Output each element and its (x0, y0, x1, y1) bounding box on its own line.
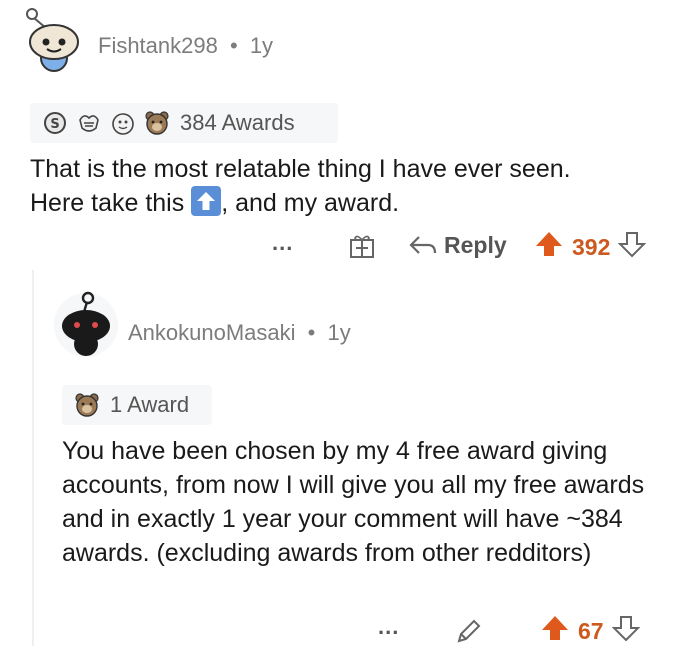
username[interactable]: AnkokunoMasaki (128, 320, 296, 345)
vote-controls: 67 (540, 614, 641, 648)
upvote-emoji-icon (191, 186, 222, 216)
more-options-button[interactable]: ... (272, 230, 293, 256)
comment-body: You have been chosen by my 4 free award … (62, 437, 645, 567)
helpful-award-icon (110, 110, 136, 136)
user-avatar[interactable] (52, 288, 118, 362)
vote-score: 67 (578, 617, 604, 644)
meta-separator: • (307, 320, 316, 345)
give-award-icon[interactable] (348, 232, 376, 265)
downvote-button[interactable] (617, 230, 647, 264)
comment-age: 1y (249, 33, 274, 58)
user-avatar[interactable] (20, 6, 86, 78)
thread-line[interactable] (32, 270, 34, 646)
vote-score: 392 (572, 233, 611, 260)
awards-bar[interactable]: S 384 Awards (30, 103, 338, 143)
username[interactable]: Fishtank298 (98, 33, 218, 58)
comment-age: 1y (327, 320, 351, 345)
reply-icon (409, 235, 437, 254)
comment-body: That is the most relatable thing I have … (30, 152, 680, 220)
downvote-button[interactable] (611, 614, 641, 648)
comment-text: , and my award. (221, 189, 400, 217)
more-options-button[interactable]: ... (378, 614, 399, 640)
meta-separator: • (229, 33, 238, 58)
comment-text: Here take this (30, 189, 185, 217)
comment-actions: ... 67 (0, 614, 700, 648)
comment-meta: AnkokunoMasaki • 1y (128, 320, 351, 346)
comment-actions: ... Reply 392 (0, 228, 700, 264)
vote-controls: 392 (534, 230, 647, 264)
comment-meta: Fishtank298 • 1y (98, 33, 273, 59)
bear-award-icon (74, 392, 100, 418)
upvote-button[interactable] (534, 230, 564, 264)
reply-button[interactable]: Reply (408, 232, 507, 259)
awards-count: 1 Award (110, 392, 190, 417)
reply-label: Reply (444, 232, 507, 258)
bear-award-icon (144, 110, 170, 136)
awards-count: 384 Awards (180, 110, 295, 135)
silver-award-icon: S (42, 110, 68, 136)
svg-text:S: S (50, 117, 59, 132)
wholesome-award-icon (76, 110, 102, 136)
upvote-button[interactable] (540, 614, 570, 648)
comment-text: That is the most relatable thing I have … (30, 155, 571, 183)
awards-bar[interactable]: 1 Award (62, 385, 212, 425)
